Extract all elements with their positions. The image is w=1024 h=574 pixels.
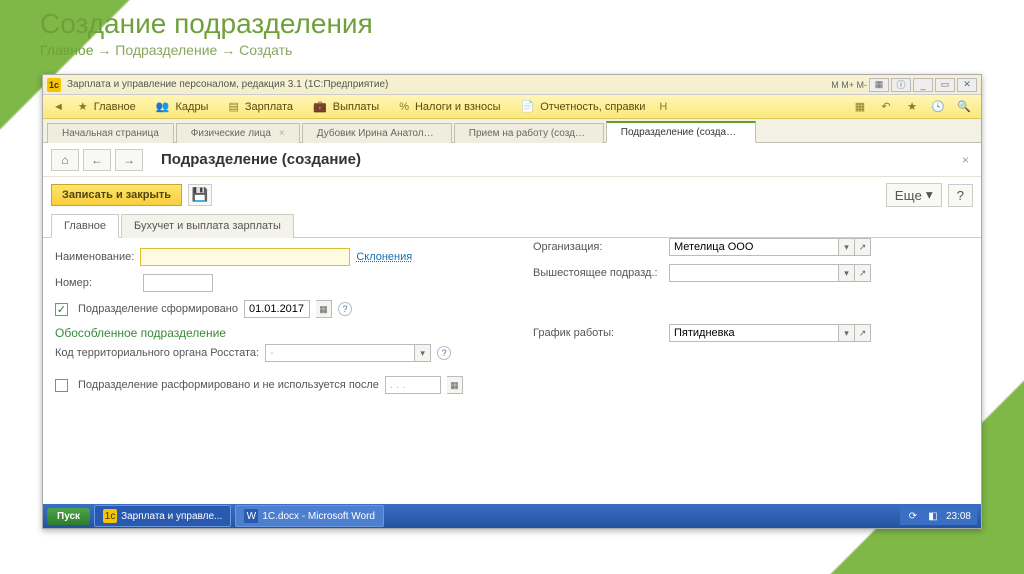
- page-toolbar: ⌂ ← → Подразделение (создание) ×: [43, 143, 981, 177]
- formed-date-input[interactable]: [244, 300, 310, 318]
- slide-heading: Создание подразделения Главное → Подразд…: [40, 8, 373, 58]
- start-button[interactable]: Пуск: [47, 508, 90, 525]
- menu-main[interactable]: ★Главное: [68, 95, 146, 118]
- taskbar: Пуск 1c Зарплата и управле... W 1С.docx …: [43, 504, 981, 528]
- search-toolbar-icon[interactable]: 🔍: [953, 98, 975, 116]
- disbanded-date-input[interactable]: [385, 376, 441, 394]
- menu-percent[interactable]: %Налоги и взносы: [389, 95, 510, 118]
- dropdown-icon[interactable]: ▾: [839, 324, 855, 342]
- doc-icon: 📄: [520, 100, 534, 113]
- dropdown-icon[interactable]: ▾: [839, 238, 855, 256]
- rosstat-input: [265, 344, 415, 362]
- home-button[interactable]: ⌂: [51, 149, 79, 171]
- star-icon: ★: [78, 100, 88, 113]
- window-title: Зарплата и управление персоналом, редакц…: [67, 79, 388, 90]
- help-icon[interactable]: ?: [437, 346, 451, 360]
- grid-toolbar-icon[interactable]: ▦: [849, 98, 871, 116]
- chevron-down-icon: ▾: [926, 187, 933, 203]
- history-toolbar-icon[interactable]: 🕓: [927, 98, 949, 116]
- tab-persons[interactable]: Физические лица×: [176, 123, 300, 143]
- system-tray[interactable]: ⟳ ◧ 23:08: [900, 507, 977, 525]
- form-body: Наименование: Склонения Номер: ✓ Подразд…: [43, 238, 981, 528]
- close-icon[interactable]: ×: [754, 127, 756, 138]
- separate-section-title: Обособленное подразделение: [55, 326, 495, 340]
- page-title: Подразделение (создание): [161, 151, 361, 168]
- main-menu: ◄ ★Главное 👥Кадры ▤Зарплата 💼Выплаты %На…: [43, 95, 981, 119]
- parent-label: Вышестоящее подразд.:: [533, 267, 663, 279]
- calendar-icon[interactable]: ▦: [447, 376, 463, 394]
- window-titlebar[interactable]: 1c Зарплата и управление персоналом, ред…: [43, 75, 981, 95]
- save-button[interactable]: 💾: [188, 184, 212, 206]
- menu-scroll-right[interactable]: Н: [655, 95, 671, 118]
- schedule-input[interactable]: [669, 324, 839, 342]
- page-close-button[interactable]: ×: [958, 149, 973, 171]
- parent-input[interactable]: [669, 264, 839, 282]
- form-tabs: Главное Бухучет и выплата зарплаты: [43, 213, 981, 238]
- back-toolbar-icon[interactable]: ↶: [875, 98, 897, 116]
- form-tab-accounting[interactable]: Бухучет и выплата зарплаты: [121, 214, 294, 238]
- clock: 23:08: [946, 511, 971, 522]
- minimize-icon[interactable]: _: [913, 78, 933, 92]
- declensions-link[interactable]: Склонения: [356, 251, 412, 263]
- schedule-label: График работы:: [533, 327, 663, 339]
- calendar-icon[interactable]: ▦: [316, 300, 332, 318]
- tab-dubovik[interactable]: Дубовик Ирина Анатольевна...×: [302, 123, 452, 143]
- number-input[interactable]: [143, 274, 213, 292]
- help-icon[interactable]: ?: [338, 302, 352, 316]
- maximize-icon[interactable]: ▭: [935, 78, 955, 92]
- percent-icon: %: [399, 101, 409, 113]
- form-tab-main[interactable]: Главное: [51, 214, 119, 238]
- formed-checkbox[interactable]: ✓: [55, 303, 68, 316]
- open-icon[interactable]: ↗: [855, 238, 871, 256]
- wallet-icon: 💼: [313, 100, 327, 113]
- org-label: Организация:: [533, 241, 663, 253]
- app-icon: 1c: [103, 509, 117, 523]
- tray-icon[interactable]: ◧: [926, 509, 940, 523]
- forward-button[interactable]: →: [115, 149, 143, 171]
- disbanded-label: Подразделение расформировано и не исполь…: [78, 379, 379, 391]
- open-icon[interactable]: ↗: [855, 264, 871, 282]
- tab-department[interactable]: Подразделение (создание)×: [606, 121, 756, 143]
- tab-hire[interactable]: Прием на работу (создание) *×: [454, 123, 604, 143]
- menu-kadry[interactable]: 👥Кадры: [146, 95, 219, 118]
- open-icon[interactable]: ↗: [855, 324, 871, 342]
- dropdown-icon[interactable]: ▾: [839, 264, 855, 282]
- fav-toolbar-icon[interactable]: ★: [901, 98, 923, 116]
- action-bar: Записать и закрыть 💾 Еще▾ ?: [43, 177, 981, 213]
- name-label: Наименование:: [55, 251, 134, 263]
- menu-reports[interactable]: 📄Отчетность, справки: [510, 95, 655, 118]
- taskbar-app-word[interactable]: W 1С.docx - Microsoft Word: [235, 505, 384, 527]
- org-input[interactable]: [669, 238, 839, 256]
- help-button[interactable]: ?: [948, 184, 973, 207]
- formed-label: Подразделение сформировано: [78, 303, 238, 315]
- dropdown-icon: ▾: [415, 344, 431, 362]
- tray-icon[interactable]: ⟳: [906, 509, 920, 523]
- number-label: Номер:: [55, 277, 137, 289]
- more-button[interactable]: Еще▾: [886, 183, 942, 207]
- app-window: 1c Зарплата и управление персоналом, ред…: [42, 74, 982, 529]
- menu-scroll-left[interactable]: ◄: [49, 95, 68, 118]
- slide-breadcrumb: Главное → Подразделение → Создать: [40, 42, 373, 58]
- save-close-button[interactable]: Записать и закрыть: [51, 184, 182, 206]
- menu-vyplaty[interactable]: 💼Выплаты: [303, 95, 389, 118]
- close-icon[interactable]: ×: [279, 128, 285, 139]
- slide-title: Создание подразделения: [40, 8, 373, 40]
- taskbar-app-1c[interactable]: 1c Зарплата и управле...: [94, 505, 231, 527]
- mem-indicator: M M+ M-: [831, 78, 867, 92]
- disbanded-checkbox[interactable]: [55, 379, 68, 392]
- grid-icon[interactable]: ▦: [869, 78, 889, 92]
- people-icon: 👥: [156, 100, 170, 113]
- help-icon[interactable]: ⓘ: [891, 78, 911, 92]
- name-input[interactable]: [140, 248, 350, 266]
- menu-zarplata[interactable]: ▤Зарплата: [218, 95, 303, 118]
- close-icon[interactable]: ✕: [957, 78, 977, 92]
- tab-start[interactable]: Начальная страница: [47, 123, 174, 143]
- back-button[interactable]: ←: [83, 149, 111, 171]
- rosstat-label: Код территориального органа Росстата:: [55, 347, 259, 359]
- word-icon: W: [244, 509, 258, 523]
- document-tabs: Начальная страница Физические лица× Дубо…: [43, 119, 981, 143]
- list-icon: ▤: [228, 100, 238, 113]
- app-icon: 1c: [47, 78, 61, 92]
